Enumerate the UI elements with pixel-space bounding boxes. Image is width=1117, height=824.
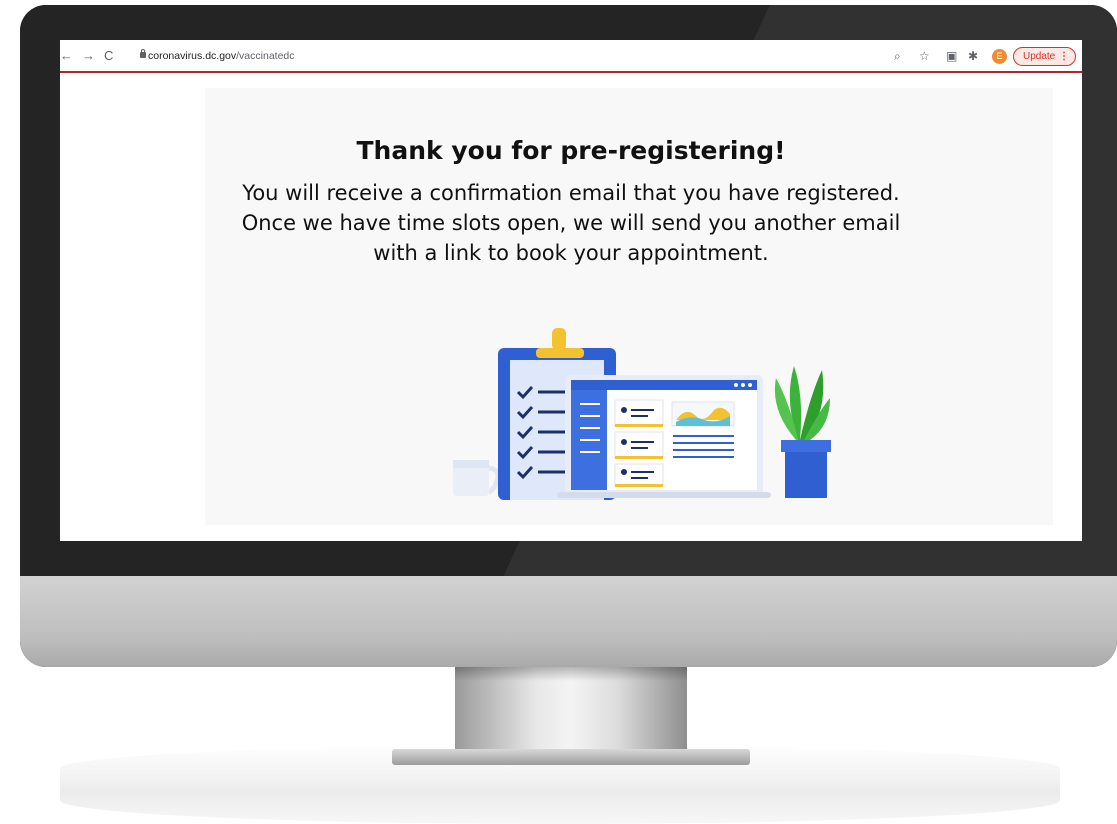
plant-pot xyxy=(774,366,831,498)
monitor-chin xyxy=(20,576,1117,667)
laptop-dashboard xyxy=(557,375,771,498)
lock-icon[interactable] xyxy=(140,49,146,58)
reading-list-icon[interactable]: ▣ xyxy=(946,49,957,63)
update-label: Update xyxy=(1023,51,1056,62)
browser-toolbar: ← → C coronavirus.dc.gov/vaccinatedc ⌕ ☆… xyxy=(60,40,1082,73)
update-button[interactable]: Update ⋮ xyxy=(1013,47,1076,66)
confirmation-heading: Thank you for pre-registering! xyxy=(356,136,786,165)
back-arrow-icon[interactable]: ← xyxy=(60,49,73,63)
confirmation-message: You will receive a confirmation email th… xyxy=(241,181,901,265)
profile-avatar[interactable]: E xyxy=(992,49,1007,64)
menu-dots-icon[interactable]: ⋮ xyxy=(1059,48,1069,65)
address-bar[interactable]: coronavirus.dc.gov/vaccinatedc xyxy=(148,50,295,62)
registration-illustration xyxy=(453,328,831,500)
stand-shadow xyxy=(455,667,687,681)
coffee-cup xyxy=(453,460,501,496)
zoom-icon[interactable]: ⌕ xyxy=(894,49,901,63)
reload-icon[interactable]: C xyxy=(104,49,113,63)
extensions-icon[interactable]: ✱ xyxy=(968,49,978,63)
url-path: /vaccinatedc xyxy=(236,50,295,62)
url-host: coronavirus.dc.gov xyxy=(148,50,237,62)
star-icon[interactable]: ☆ xyxy=(919,49,930,63)
browser-window: ← → C coronavirus.dc.gov/vaccinatedc ⌕ ☆… xyxy=(60,40,1082,541)
monitor-base xyxy=(392,749,750,765)
forward-arrow-icon[interactable]: → xyxy=(82,49,95,63)
